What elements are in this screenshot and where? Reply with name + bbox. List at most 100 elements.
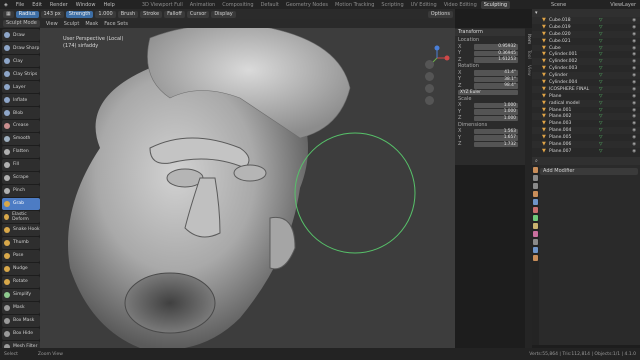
options-menu[interactable]: Options (427, 10, 453, 18)
editor-type-button[interactable]: ▦ (3, 10, 14, 18)
outliner-row[interactable]: ▼ Plane.001 ▽ ◉ (532, 107, 640, 114)
outliner-row[interactable]: ▼ Cylinder ▽ ◉ (532, 72, 640, 80)
outliner-row[interactable]: ▼ Cylinder.003 ▽ ◉ (532, 65, 640, 72)
radius-chip[interactable]: Radius (15, 10, 39, 18)
visibility-eye-icon[interactable]: ◉ (632, 66, 636, 71)
workspace-tab[interactable]: Default (258, 1, 282, 9)
zoom-icon[interactable] (425, 60, 434, 69)
visibility-eye-icon[interactable]: ◉ (632, 142, 636, 147)
camera-icon[interactable] (425, 84, 434, 93)
visibility-eye-icon[interactable]: ◉ (632, 25, 636, 30)
outliner-row[interactable]: ▼ Cube.019 ▽ ◉ (532, 24, 640, 31)
tool-simplify[interactable]: Simplify (2, 288, 40, 301)
tool-pose[interactable]: Pose (2, 249, 40, 262)
visibility-eye-icon[interactable]: ◉ (632, 121, 636, 126)
scene-selector[interactable]: Scene (551, 2, 566, 8)
visibility-eye-icon[interactable]: ◉ (632, 135, 636, 140)
scale-value-field[interactable]: 1.000 (474, 115, 518, 121)
tool-box-hide[interactable]: Box Hide (2, 327, 40, 340)
dimensions-value-field[interactable]: 1.563 (474, 128, 518, 134)
tool-draw[interactable]: Draw (2, 29, 40, 42)
properties-tab-icon[interactable] (533, 247, 538, 253)
tool-grab[interactable]: Grab (2, 197, 40, 210)
menu-face-sets[interactable]: Face Sets (104, 21, 128, 27)
tool-fill[interactable]: Fill (2, 158, 40, 172)
tab-view[interactable]: View (526, 65, 531, 76)
properties-tab-icon[interactable] (533, 239, 538, 245)
visibility-eye-icon[interactable]: ◉ (632, 101, 636, 106)
visibility-eye-icon[interactable]: ◉ (632, 32, 636, 37)
workspace-tab[interactable]: Scripting (378, 1, 406, 9)
outliner-row[interactable]: ▼ ICOSPHERE FINAL ▽ ◉ (532, 85, 640, 93)
properties-tab-icon[interactable] (533, 255, 538, 261)
cursor-menu[interactable]: Cursor (186, 10, 210, 18)
scale-value-field[interactable]: 1.000 (474, 109, 518, 115)
properties-tab-icon[interactable] (533, 215, 538, 221)
outliner-row[interactable]: ▼ Cube.021 ▽ ◉ (532, 38, 640, 45)
rotation-value-field[interactable]: 98.4° (474, 83, 518, 89)
pan-icon[interactable] (425, 72, 434, 81)
workspace-tab-active[interactable]: Sculpting (480, 0, 511, 9)
visibility-eye-icon[interactable]: ◉ (632, 59, 636, 64)
tool-clay-strips[interactable]: Clay Strips (2, 67, 40, 81)
visibility-eye-icon[interactable]: ◉ (632, 73, 636, 78)
tool-nudge[interactable]: Nudge (2, 262, 40, 275)
viewport-3d[interactable] (40, 28, 455, 348)
menu-help[interactable]: Help (103, 2, 114, 8)
properties-tab-icon[interactable] (533, 191, 538, 197)
outliner-row[interactable]: ▼ Cube.018 ▽ ◉ (532, 17, 640, 24)
outliner-row[interactable]: ▼ Plane.004 ▽ ◉ (532, 127, 640, 135)
tool-rotate[interactable]: Rotate (2, 275, 40, 288)
properties-tab-icon[interactable] (533, 175, 538, 181)
display-menu[interactable]: Display (211, 10, 236, 18)
view-layer-selector[interactable]: ViewLayer (610, 2, 636, 8)
dimensions-value-field[interactable]: 1.732 (474, 141, 518, 147)
outliner-row[interactable]: ▼ Cylinder.002 ▽ ◉ (532, 58, 640, 66)
menu-view[interactable]: View (46, 21, 58, 27)
strength-value[interactable]: 1.000 (95, 10, 116, 18)
tool-smooth[interactable]: Smooth (2, 132, 40, 146)
brush-menu[interactable]: Brush (117, 10, 139, 18)
properties-tab-icon[interactable] (533, 199, 538, 205)
visibility-eye-icon[interactable]: ◉ (632, 114, 636, 119)
properties-tab-icon[interactable] (533, 167, 538, 173)
outliner-row[interactable]: ▼ Plane.003 ▽ ◉ (532, 120, 640, 127)
tool-inflate[interactable]: Inflate (2, 93, 40, 107)
blender-logo-icon[interactable]: ◈ (4, 2, 8, 8)
visibility-eye-icon[interactable]: ◉ (632, 94, 636, 99)
falloff-menu[interactable]: Falloff (164, 10, 185, 18)
menu-mask[interactable]: Mask (85, 21, 98, 27)
workspace-tab[interactable]: Geometry Nodes (283, 1, 331, 9)
stroke-menu[interactable]: Stroke (140, 10, 163, 18)
add-modifier-button[interactable]: Add Modifier (540, 168, 638, 175)
rotation-value-field[interactable]: 41.4° (474, 70, 518, 76)
workspace-tab[interactable]: Motion Tracking (332, 1, 377, 9)
location-value-field[interactable]: 0.36945 (474, 50, 518, 56)
perspective-toggle-icon[interactable] (425, 96, 434, 105)
location-value-field[interactable]: 1.61253 (474, 57, 518, 63)
visibility-eye-icon[interactable]: ◉ (632, 87, 636, 92)
properties-tab-icon[interactable] (533, 231, 538, 237)
tool-thumb[interactable]: Thumb (2, 236, 40, 249)
rotation-value-field[interactable]: 38.1° (474, 76, 518, 82)
workspace-tab[interactable]: Animation (187, 1, 219, 9)
tool-crease[interactable]: Crease (2, 119, 40, 133)
tool-snake-hook[interactable]: Snake Hook (2, 223, 40, 236)
visibility-eye-icon[interactable]: ◉ (632, 128, 636, 133)
tool-elastic-deform[interactable]: Elastic Deform (2, 210, 40, 223)
outliner-row[interactable]: ▼ Plane.007 ▽ ◉ (532, 148, 640, 155)
visibility-eye-icon[interactable]: ◉ (632, 80, 636, 85)
visibility-eye-icon[interactable]: ◉ (632, 108, 636, 113)
mode-selector[interactable]: Sculpt Mode (3, 20, 40, 27)
visibility-eye-icon[interactable]: ◉ (632, 52, 636, 57)
radius-value[interactable]: 143 px (40, 10, 64, 18)
rotation-mode-select[interactable]: XYZ Euler (458, 89, 518, 95)
visibility-eye-icon[interactable]: ◉ (632, 46, 636, 51)
outliner-filter-icon[interactable]: ▾ (535, 10, 538, 16)
outliner-row[interactable]: ▼ Cylinder.004 ▽ ◉ (532, 79, 640, 86)
outliner-row[interactable]: ▼ Plane.005 ▽ ◉ (532, 134, 640, 141)
tool-pinch[interactable]: Pinch (2, 184, 40, 197)
outliner-row[interactable]: ▼ Plane.006 ▽ ◉ (532, 141, 640, 148)
tool-box-mask[interactable]: Box Mask (2, 314, 40, 327)
tool-mask[interactable]: Mask (2, 301, 40, 314)
